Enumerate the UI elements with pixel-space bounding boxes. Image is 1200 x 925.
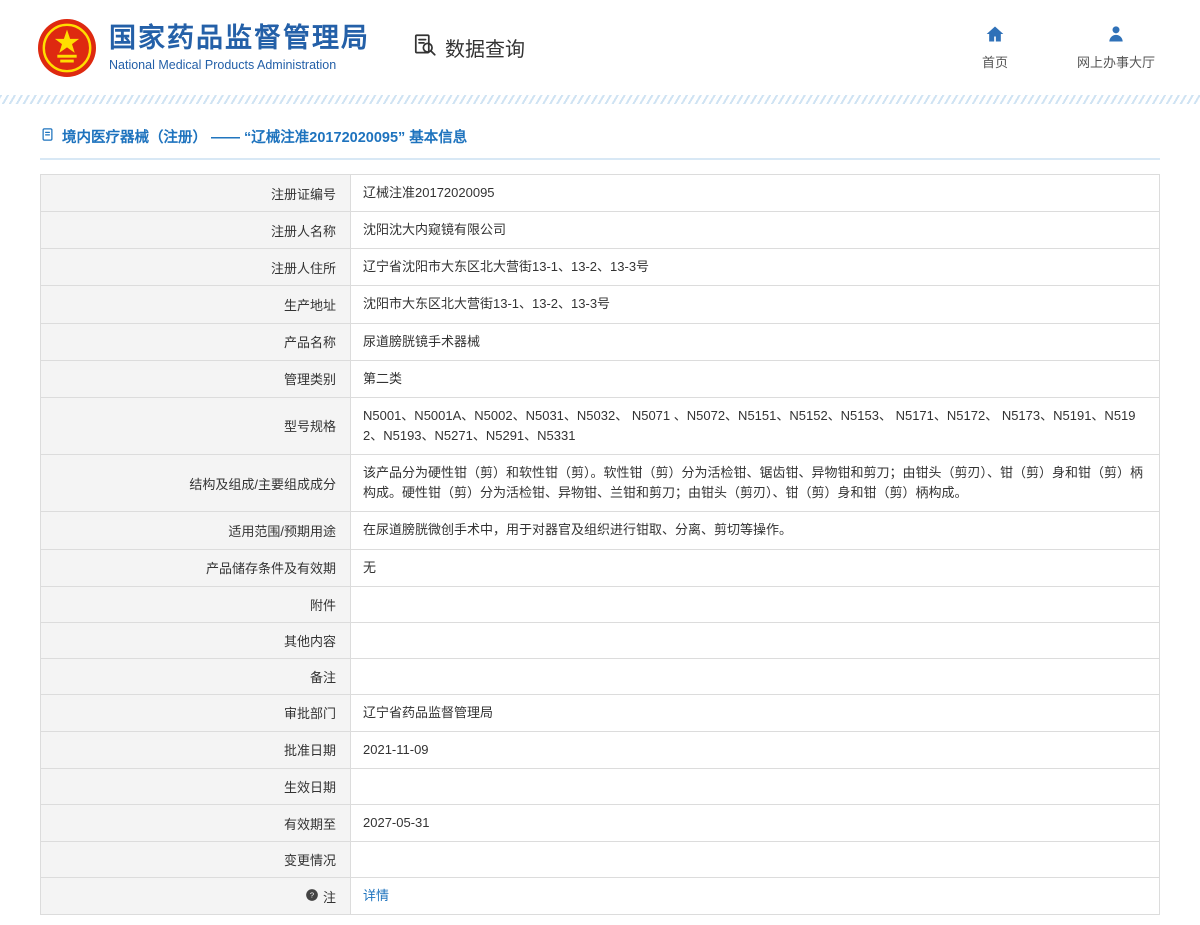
- table-row: 生效日期: [40, 767, 1160, 805]
- table-row: 管理类别 第二类: [40, 359, 1160, 398]
- row-value: [350, 657, 1160, 695]
- row-value: 辽宁省沈阳市大东区北大营街13-1、13-2、13-3号: [350, 248, 1160, 287]
- nav-home-label: 首页: [981, 55, 1008, 70]
- table-row: 变更情况: [40, 841, 1160, 879]
- data-query-icon: [412, 32, 438, 64]
- home-icon: [985, 24, 1005, 47]
- registration-info-table: 注册证编号 辽械注准20172020095 注册人名称 沈阳沈大内窥镜有限公司 …: [40, 173, 1160, 916]
- table-row-note: ? 注 详情: [40, 877, 1160, 916]
- note-label-text: 注: [322, 889, 336, 905]
- user-icon: [1106, 24, 1126, 47]
- table-row: 产品名称 尿道膀胱镜手术器械: [40, 322, 1160, 361]
- row-label: 其他内容: [40, 621, 351, 659]
- row-label: 注册证编号: [40, 173, 351, 213]
- row-value: 第二类: [350, 359, 1160, 398]
- row-label: 产品储存条件及有效期: [40, 548, 351, 587]
- table-row: 附件: [40, 585, 1160, 623]
- page-title-text: 境内医疗器械（注册） —— “辽械注准20172020095” 基本信息: [62, 130, 468, 146]
- row-label: 产品名称: [40, 322, 351, 361]
- svg-text:?: ?: [310, 890, 314, 899]
- table-row: 生产地址 沈阳市大东区北大营街13-1、13-2、13-3号: [40, 285, 1160, 324]
- table-row: 适用范围/预期用途 在尿道膀胱微创手术中，用于对器官及组织进行钳取、分离、剪切等…: [40, 511, 1160, 550]
- nav-service-hall[interactable]: 网上办事大厅: [1077, 24, 1155, 71]
- main-content: 境内医疗器械（注册） —— “辽械注准20172020095” 基本信息 注册证…: [0, 104, 1200, 925]
- table-row: 型号规格 N5001、N5001A、N5002、N5031、N5032、 N50…: [40, 396, 1160, 456]
- row-value: [350, 621, 1160, 659]
- note-icon: ?: [305, 888, 319, 905]
- table-row: 注册证编号 辽械注准20172020095: [40, 173, 1160, 213]
- table-row: 注册人名称 沈阳沈大内窥镜有限公司: [40, 211, 1160, 250]
- row-label: 注册人名称: [40, 211, 351, 250]
- header: 国家药品监督管理局 National Medical Products Admi…: [0, 0, 1200, 95]
- row-label: 管理类别: [40, 359, 351, 398]
- row-value: 2021-11-09: [350, 730, 1160, 769]
- row-value: N5001、N5001A、N5002、N5031、N5032、 N5071 、N…: [350, 396, 1160, 456]
- row-value: 该产品分为硬性钳（剪）和软性钳（剪）。软性钳（剪）分为活检钳、锯齿钳、异物钳和剪…: [350, 454, 1160, 513]
- data-query-label: 数据查询: [445, 39, 525, 61]
- table-row: 备注: [40, 657, 1160, 695]
- table-row: 注册人住所 辽宁省沈阳市大东区北大营街13-1、13-2、13-3号: [40, 248, 1160, 287]
- row-label: 型号规格: [40, 396, 351, 456]
- table-row: 其他内容: [40, 621, 1160, 659]
- page-title: 境内医疗器械（注册） —— “辽械注准20172020095” 基本信息: [40, 126, 1160, 160]
- row-value: 沈阳市大东区北大营街13-1、13-2、13-3号: [350, 285, 1160, 324]
- nav-home[interactable]: 首页: [971, 24, 1019, 71]
- table-row: 结构及组成/主要组成成分 该产品分为硬性钳（剪）和软性钳（剪）。软性钳（剪）分为…: [40, 454, 1160, 513]
- table-row: 审批部门 辽宁省药品监督管理局: [40, 693, 1160, 732]
- org-name-en: National Medical Products Administration: [109, 57, 337, 72]
- table-row: 有效期至 2027-05-31: [40, 803, 1160, 843]
- detail-link[interactable]: 详情: [363, 888, 389, 903]
- row-label: 批准日期: [40, 730, 351, 769]
- row-value: 尿道膀胱镜手术器械: [350, 322, 1160, 361]
- document-icon: [40, 127, 55, 146]
- row-value: [350, 841, 1160, 879]
- row-label: 变更情况: [40, 841, 351, 879]
- row-value: [350, 585, 1160, 623]
- row-value: [350, 767, 1160, 805]
- row-label: 有效期至: [40, 803, 351, 843]
- row-value: 沈阳沈大内窥镜有限公司: [350, 211, 1160, 250]
- row-label-note: ? 注: [40, 877, 351, 916]
- row-label: 审批部门: [40, 693, 351, 732]
- row-value: 在尿道膀胱微创手术中，用于对器官及组织进行钳取、分离、剪切等操作。: [350, 511, 1160, 550]
- row-label: 生产地址: [40, 285, 351, 324]
- row-label: 适用范围/预期用途: [40, 511, 351, 550]
- top-nav: 首页 网上办事大厅: [971, 24, 1155, 71]
- nmpa-emblem-logo: [38, 18, 96, 77]
- row-value-note: 详情: [350, 877, 1160, 916]
- row-value: 辽宁省药品监督管理局: [350, 693, 1160, 732]
- table-row: 批准日期 2021-11-09: [40, 730, 1160, 769]
- row-label: 结构及组成/主要组成成分: [40, 454, 351, 513]
- row-label: 注册人住所: [40, 248, 351, 287]
- row-value: 2027-05-31: [350, 803, 1160, 843]
- row-label: 备注: [40, 657, 351, 695]
- nav-data-query[interactable]: 数据查询: [412, 32, 525, 64]
- row-value: 辽械注准20172020095: [350, 173, 1160, 213]
- nav-service-hall-label: 网上办事大厅: [1076, 55, 1155, 70]
- divider-stripes: [0, 95, 1200, 104]
- table-row: 产品储存条件及有效期 无: [40, 548, 1160, 587]
- row-value: 无: [350, 548, 1160, 587]
- brand: 国家药品监督管理局 National Medical Products Admi…: [38, 18, 370, 77]
- row-label: 附件: [40, 585, 351, 623]
- row-label: 生效日期: [40, 767, 351, 805]
- org-name-cn: 国家药品监督管理局: [109, 23, 370, 54]
